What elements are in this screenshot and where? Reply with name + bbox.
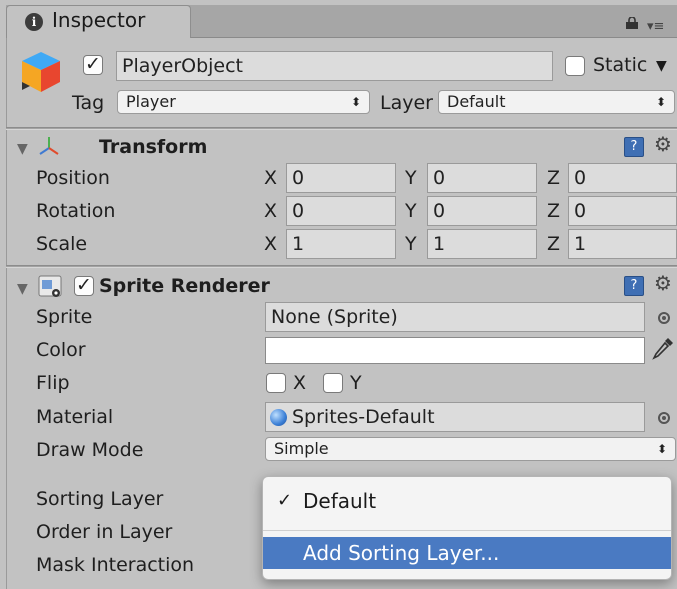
static-checkbox[interactable]	[565, 56, 585, 76]
transform-title: Transform	[99, 136, 208, 158]
scale-x-field[interactable]: 1	[286, 229, 396, 259]
sprite-renderer-icon	[38, 275, 62, 297]
help-icon[interactable]: ?	[624, 137, 644, 157]
object-name-field[interactable]: PlayerObject	[116, 51, 553, 81]
tag-dropdown[interactable]: Player ⬍	[117, 90, 370, 114]
scale-z-field[interactable]: 1	[568, 229, 677, 259]
axis-z-label: Z	[547, 200, 561, 222]
lock-icon[interactable]	[625, 17, 639, 29]
position-label: Position	[36, 167, 110, 189]
gear-icon[interactable]: ⚙	[654, 132, 672, 156]
position-z-field[interactable]: 0	[568, 163, 677, 193]
material-label: Material	[36, 406, 114, 428]
rotation-y-field[interactable]: 0	[427, 196, 537, 226]
menu-item-label: Add Sorting Layer...	[303, 541, 500, 565]
axis-z-label: Z	[547, 167, 561, 189]
sprite-field[interactable]: None (Sprite)	[265, 302, 645, 332]
draw-mode-dropdown[interactable]: Simple ⬍	[265, 437, 676, 461]
eyedropper-icon[interactable]	[650, 335, 676, 363]
layer-dropdown[interactable]: Default ⬍	[438, 90, 675, 114]
axis-x-label: X	[264, 233, 278, 255]
axis-y-label: Y	[405, 233, 417, 255]
rotation-label: Rotation	[36, 200, 116, 222]
flip-label: Flip	[36, 372, 70, 394]
sorting-layer-label: Sorting Layer	[36, 488, 164, 510]
flip-x-label: X	[293, 372, 307, 394]
chevron-down-icon[interactable]: ▼	[656, 58, 667, 74]
menu-item-add-sorting-layer[interactable]: Add Sorting Layer...	[263, 537, 671, 569]
axis-x-label: X	[264, 167, 278, 189]
tag-value: Player	[126, 92, 176, 111]
position-x-field[interactable]: 0	[286, 163, 396, 193]
divider	[6, 127, 677, 130]
axis-y-label: Y	[405, 200, 417, 222]
tab-label: Inspector	[52, 8, 146, 32]
menu-separator	[263, 530, 671, 531]
axis-y-label: Y	[405, 167, 417, 189]
checkmark-icon: ✓	[277, 490, 293, 511]
sprite-renderer-enabled-checkbox[interactable]	[74, 274, 94, 296]
draw-mode-value: Simple	[274, 439, 329, 458]
layer-value: Default	[447, 92, 506, 111]
rotation-z-field[interactable]: 0	[568, 196, 677, 226]
axis-x-label: X	[264, 200, 278, 222]
mask-interaction-label: Mask Interaction	[36, 554, 195, 576]
tag-label: Tag	[72, 92, 105, 114]
scale-label: Scale	[36, 233, 88, 255]
menu-item-label: Default	[303, 489, 377, 513]
position-y-field[interactable]: 0	[427, 163, 537, 193]
axis-z-label: Z	[547, 233, 561, 255]
static-label: Static	[593, 54, 648, 76]
draw-mode-label: Draw Mode	[36, 439, 144, 461]
scale-y-field[interactable]: 1	[427, 229, 537, 259]
divider	[6, 265, 677, 268]
active-checkbox[interactable]	[83, 53, 103, 75]
object-picker-icon[interactable]	[658, 312, 670, 324]
transform-foldout-icon[interactable]: ▼	[17, 141, 28, 157]
info-icon: i	[25, 13, 43, 31]
gameobject-cube-icon	[22, 52, 60, 92]
gear-icon[interactable]: ⚙	[654, 271, 672, 295]
popup-arrows-icon: ⬍	[350, 95, 361, 109]
material-sphere-icon	[270, 409, 287, 426]
tab-menu-icon[interactable]: ▾≡	[647, 19, 664, 34]
color-label: Color	[36, 339, 86, 361]
flip-y-label: Y	[350, 372, 362, 394]
sorting-layer-menu: ✓ Default Add Sorting Layer...	[262, 476, 672, 580]
rotation-x-field[interactable]: 0	[286, 196, 396, 226]
sprite-renderer-foldout-icon[interactable]: ▼	[17, 281, 28, 297]
flip-x-checkbox[interactable]	[266, 373, 286, 393]
flip-y-checkbox[interactable]	[323, 373, 343, 393]
sprite-renderer-title: Sprite Renderer	[99, 275, 270, 297]
layer-label: Layer	[380, 92, 433, 114]
color-swatch[interactable]	[265, 337, 645, 364]
menu-item-default[interactable]: ✓ Default	[263, 485, 671, 517]
popup-arrows-icon: ⬍	[656, 442, 667, 456]
popup-arrows-icon: ⬍	[655, 95, 666, 109]
object-picker-icon[interactable]	[658, 412, 670, 424]
help-icon[interactable]: ?	[624, 276, 644, 296]
sprite-label: Sprite	[36, 306, 93, 328]
order-in-layer-label: Order in Layer	[36, 521, 173, 543]
transform-axis-icon	[39, 137, 59, 155]
material-field[interactable]: Sprites-Default	[265, 402, 645, 432]
